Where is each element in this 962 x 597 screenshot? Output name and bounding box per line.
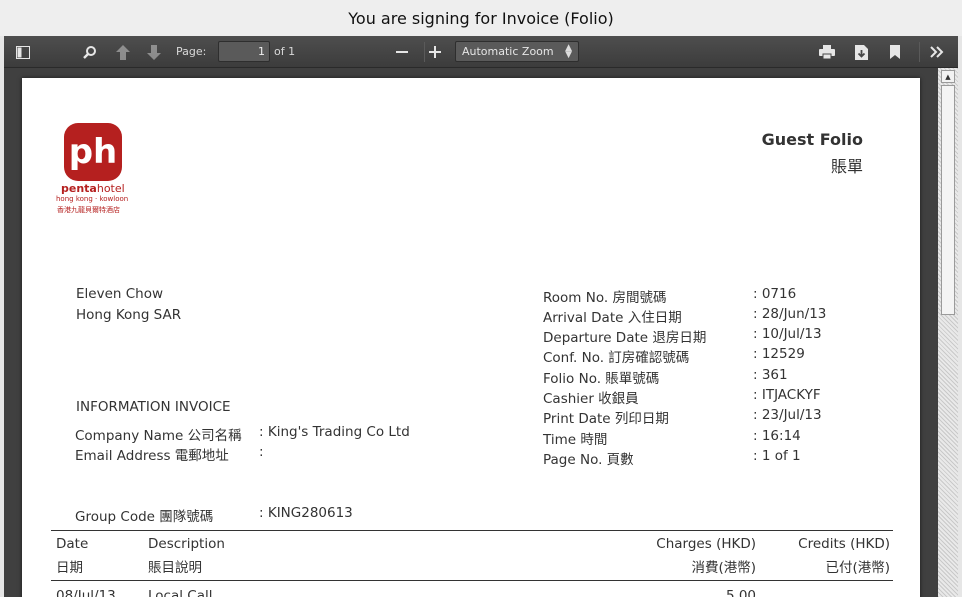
group-code-label: Group Code 團隊號碼 — [75, 509, 214, 525]
folio-title-zh: 賬單 — [830, 157, 863, 176]
select-caret-icon: ▲ ▼ — [565, 43, 572, 60]
zoom-select[interactable]: Automatic Zoom ▲ ▼ — [455, 41, 579, 62]
download-icon[interactable] — [851, 43, 871, 61]
scrollbar-thumb[interactable] — [941, 85, 955, 315]
info-label: Conf. No. 訂房確認號碼 — [543, 350, 690, 366]
arrow-down-icon[interactable] — [145, 43, 163, 61]
info-label: Folio No. 賬單號碼 — [543, 371, 660, 387]
print-icon[interactable] — [817, 43, 837, 61]
scroll-up-arrow-icon[interactable]: ▲ — [941, 70, 955, 83]
arrow-up-icon[interactable] — [114, 43, 132, 61]
column-header-date: Date — [56, 536, 89, 552]
company-value: : King's Trading Co Ltd — [259, 424, 410, 440]
column-header-credits: Credits (HKD) — [798, 536, 890, 552]
column-header-description-zh: 賬目說明 — [148, 560, 202, 576]
info-label: Arrival Date 入住日期 — [543, 310, 682, 326]
info-value: : ITJACKYF — [753, 387, 821, 403]
hotel-logo: ph — [64, 123, 122, 181]
table-header-rule — [51, 580, 893, 581]
info-label: Page No. 頁數 — [543, 452, 634, 468]
double-chevron-right-icon[interactable] — [927, 43, 947, 61]
column-header-charges: Charges (HKD) — [656, 536, 756, 552]
info-value: : 10/Jul/13 — [753, 326, 822, 342]
info-value: : 1 of 1 — [753, 448, 801, 464]
toolbar-separator — [424, 42, 425, 62]
search-icon[interactable] — [81, 43, 99, 61]
pdf-toolbar: Page: of 1 Automatic Zoom ▲▼ — [4, 36, 958, 68]
guest-name: Eleven Chow — [76, 286, 164, 302]
bookmark-icon[interactable] — [886, 43, 904, 61]
zoom-in-icon[interactable] — [426, 43, 444, 61]
info-label: Room No. 房間號碼 — [543, 290, 667, 306]
info-label: Time 時間 — [543, 432, 608, 448]
toolbar-separator-right — [919, 42, 920, 62]
right-frame-edge — [958, 36, 962, 597]
table-row-description: Local Call — [148, 588, 213, 597]
logo-brand-name: pentahotel — [61, 182, 125, 195]
pdf-page: ph pentahotel hong kong · kowloon 香港九龍貝爾… — [22, 78, 920, 597]
info-value: : 23/Jul/13 — [753, 407, 822, 423]
window-title: You are signing for Invoice (Folio) — [348, 8, 614, 28]
info-label: Departure Date 退房日期 — [543, 330, 707, 346]
email-label: Email Address 電郵地址 — [75, 448, 229, 464]
info-value: : 0716 — [753, 286, 797, 302]
column-header-credits-zh: 已付(港幣) — [825, 560, 890, 576]
zoom-out-icon[interactable] — [393, 43, 411, 61]
sidebar-toggle-icon[interactable] — [14, 43, 32, 61]
column-header-date-zh: 日期 — [56, 560, 83, 576]
info-label: Print Date 列印日期 — [543, 411, 669, 427]
page-label: Page: — [176, 45, 207, 58]
column-header-description: Description — [148, 536, 225, 552]
logo-mark: ph — [69, 132, 118, 172]
logo-subtitle-zh: 香港九龍貝爾特酒店 — [57, 206, 120, 214]
info-value: : 16:14 — [753, 428, 801, 444]
svg-text:ph: ph — [69, 132, 118, 172]
info-value: : 361 — [753, 367, 788, 383]
folio-title: Guest Folio — [761, 130, 863, 149]
info-value: : 12529 — [753, 346, 805, 362]
email-value: : — [259, 444, 264, 460]
company-label: Company Name 公司名稱 — [75, 428, 242, 444]
page-count: of 1 — [274, 45, 296, 58]
guest-region: Hong Kong SAR — [76, 307, 182, 323]
window-title-bar: You are signing for Invoice (Folio) — [0, 0, 962, 36]
info-value: : 28/Jun/13 — [753, 306, 827, 322]
column-header-charges-zh: 消費(港幣) — [691, 560, 756, 576]
table-row-charges: 5.00 — [725, 588, 756, 597]
invoice-heading: INFORMATION INVOICE — [76, 399, 231, 415]
info-label: Cashier 收銀員 — [543, 391, 639, 407]
zoom-select-value: Automatic Zoom — [462, 45, 554, 58]
group-code-value: : KING280613 — [259, 505, 353, 521]
page-number-input[interactable] — [218, 41, 270, 62]
table-top-rule — [51, 530, 893, 531]
table-row-date: 08/Jul/13 — [56, 588, 116, 597]
logo-subtitle: hong kong · kowloon — [56, 195, 129, 203]
